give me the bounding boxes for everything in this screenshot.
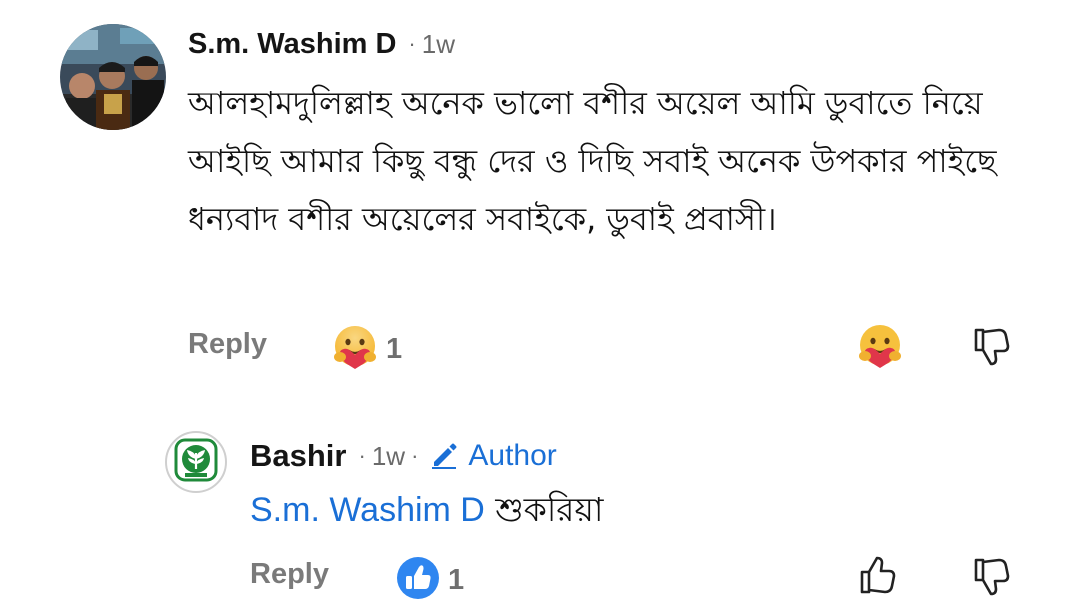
reaction-summary[interactable]: 1 bbox=[332, 324, 402, 374]
dislike-icon bbox=[970, 556, 1010, 600]
author-badge-label: Author bbox=[468, 439, 557, 472]
mention-link[interactable]: S.m. Washim D bbox=[250, 491, 485, 529]
reaction-summary[interactable]: 1 bbox=[396, 556, 464, 604]
care-emoji-icon bbox=[332, 324, 378, 374]
reply-avatar[interactable] bbox=[165, 431, 227, 493]
reply-button[interactable]: Reply bbox=[250, 558, 329, 591]
meta-separator: · bbox=[411, 443, 419, 468]
reply-header: Bashir · 1w · Author bbox=[250, 434, 557, 478]
author-badge: Author bbox=[428, 438, 557, 474]
reaction-count: 1 bbox=[386, 332, 403, 365]
comment-actions: Reply 1 bbox=[186, 322, 1016, 374]
meta-separator: · bbox=[408, 31, 416, 56]
like-icon bbox=[856, 556, 896, 600]
bashir-logo-icon bbox=[173, 437, 219, 487]
care-emoji-icon bbox=[857, 323, 903, 373]
dislike-button[interactable] bbox=[968, 326, 1012, 370]
care-react-button[interactable] bbox=[856, 324, 904, 372]
reply-actions: Reply 1 bbox=[248, 552, 1018, 604]
comment-timestamp: 1w bbox=[421, 28, 455, 59]
like-button[interactable] bbox=[854, 556, 898, 600]
pencil-icon bbox=[428, 438, 460, 474]
meta-separator: · bbox=[358, 443, 366, 468]
reaction-count: 1 bbox=[448, 563, 465, 596]
avatar[interactable] bbox=[60, 24, 166, 130]
comment-header: S.m. Washim D · 1w bbox=[188, 22, 455, 66]
reply-author-name[interactable]: Bashir bbox=[250, 438, 346, 474]
like-icon bbox=[396, 556, 440, 604]
dislike-icon bbox=[970, 326, 1010, 370]
reply-message: শুকরিয়া bbox=[495, 490, 604, 529]
avatar-photo bbox=[60, 24, 166, 130]
reply-timestamp: 1w bbox=[371, 440, 406, 471]
reply-text: S.m. Washim D শুকরিয়া bbox=[250, 486, 603, 534]
comment-text: আলহামদুলিল্লাহ অনেক ভালো বশীর অয়েল আমি … bbox=[188, 84, 997, 238]
comments-page: S.m. Washim D · 1w আলহামদুলিল্লাহ অনেক ভ… bbox=[0, 0, 1080, 615]
comment-author-name[interactable]: S.m. Washim D bbox=[188, 28, 396, 61]
dislike-button[interactable] bbox=[968, 556, 1012, 600]
reply-button[interactable]: Reply bbox=[188, 328, 267, 361]
